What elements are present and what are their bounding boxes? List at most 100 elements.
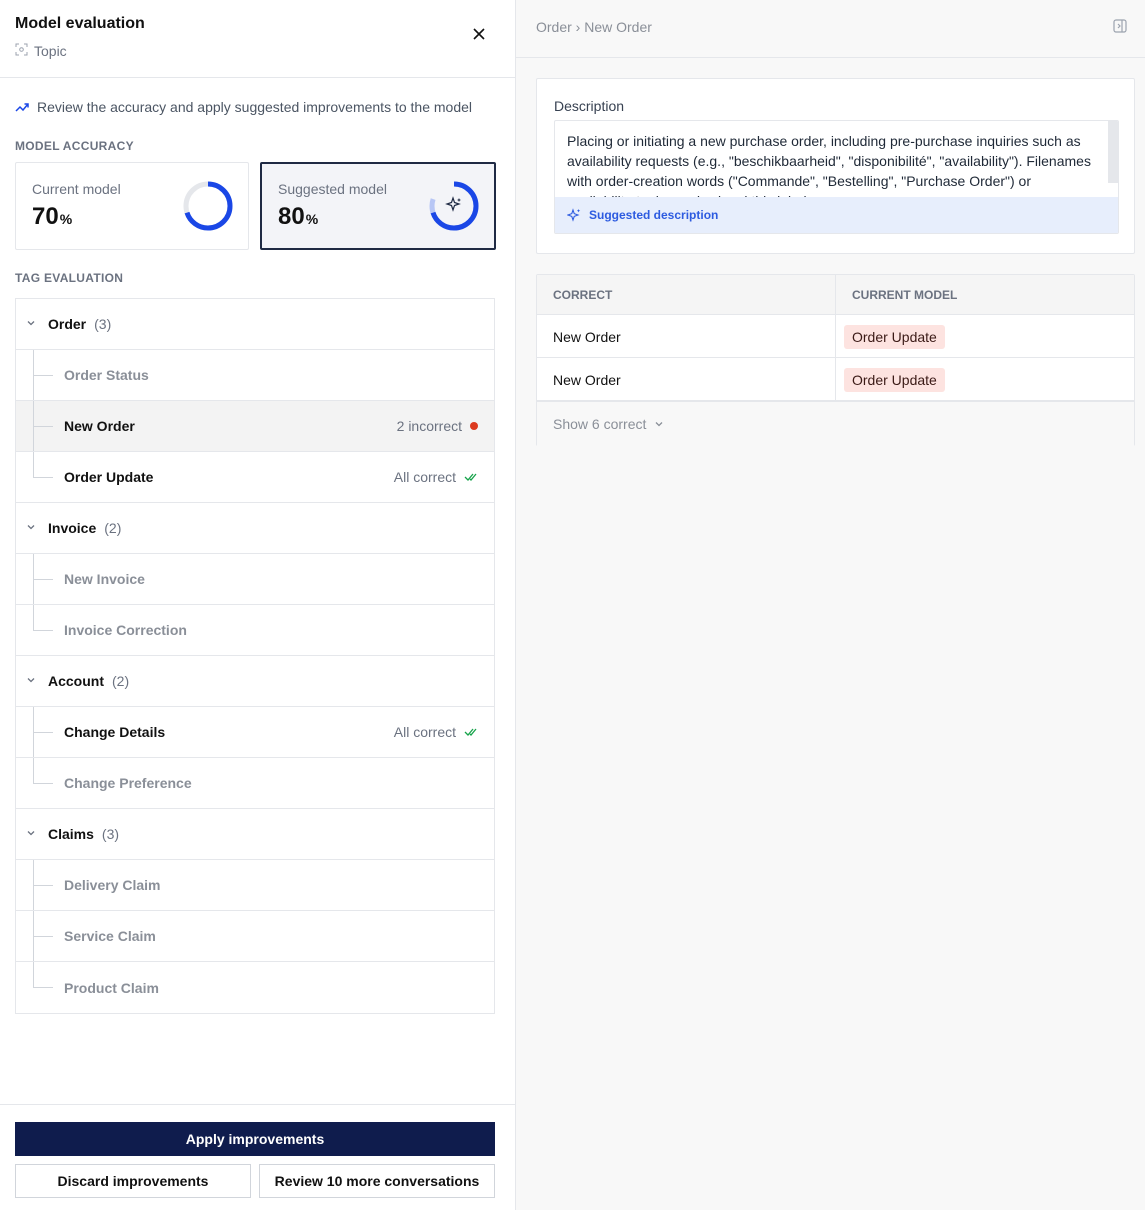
tree-connector xyxy=(33,783,53,784)
description-section: Description Placing or initiating a new … xyxy=(536,78,1135,254)
double-check-icon xyxy=(464,728,477,736)
group-count: (3) xyxy=(94,316,112,332)
tree-connector xyxy=(33,962,34,988)
model-accuracy-label: MODEL ACCURACY xyxy=(15,139,134,153)
current-model-card: Current model 70% xyxy=(15,162,249,250)
panel-subtitle: Topic xyxy=(15,43,67,59)
status-text: All correct xyxy=(393,724,456,740)
panel-toggle-button[interactable] xyxy=(1113,19,1127,38)
tag-item-new-invoice[interactable]: New Invoice xyxy=(16,554,494,605)
tag-group-claims[interactable]: Claims (3) xyxy=(16,809,494,860)
description-label: Description xyxy=(554,98,625,114)
chevron-down-icon xyxy=(27,525,35,530)
tag-name: Order Status xyxy=(64,367,149,383)
sparkle-icon xyxy=(567,208,581,222)
tag-name: Service Claim xyxy=(64,928,156,944)
tag-name: New Order xyxy=(64,418,135,434)
tree-connector xyxy=(33,375,53,376)
tree-connector xyxy=(33,426,53,427)
tag-status: All correct xyxy=(394,707,478,757)
chevron-down-icon xyxy=(655,422,663,427)
correct-cell: New Order xyxy=(537,315,836,358)
apply-improvements-button[interactable]: Apply improvements xyxy=(15,1122,495,1156)
tag-group-account[interactable]: Account (2) xyxy=(16,656,494,707)
tag-item-order-status[interactable]: Order Status xyxy=(16,350,494,401)
breadcrumb: Order › New Order xyxy=(536,19,652,35)
tree-connector xyxy=(33,758,34,784)
prediction-badge: Order Update xyxy=(844,367,945,392)
group-name: Order xyxy=(48,316,87,332)
tag-group-order[interactable]: Order (3) xyxy=(16,299,494,350)
group-count: (2) xyxy=(112,673,130,689)
topic-icon xyxy=(15,43,28,59)
group-name: Account xyxy=(48,673,104,689)
tag-name: Order Update xyxy=(64,469,154,485)
panel-title: Model evaluation xyxy=(15,15,145,32)
double-check-icon xyxy=(464,473,477,481)
description-scrollbar[interactable] xyxy=(1108,121,1118,183)
current-accuracy-donut xyxy=(183,181,233,231)
suggested-description-label: Suggested description xyxy=(589,208,719,222)
tree-connector xyxy=(33,605,34,631)
tag-item-new-order[interactable]: New Order 2 incorrect xyxy=(16,401,494,452)
sidebar-collapse-icon xyxy=(1113,19,1127,33)
close-icon xyxy=(473,28,485,40)
suggested-model-label: Suggested model xyxy=(278,181,387,197)
description-field[interactable]: Placing or initiating a new purchase ord… xyxy=(554,120,1119,234)
column-header-current-model: CURRENT MODEL xyxy=(852,288,958,302)
hint-text: Review the accuracy and apply suggested … xyxy=(37,99,473,115)
tag-name: Delivery Claim xyxy=(64,877,161,893)
tag-item-invoice-correction[interactable]: Invoice Correction xyxy=(16,605,494,656)
review-hint: Review the accuracy and apply suggested … xyxy=(15,99,472,115)
suggested-accuracy-donut xyxy=(429,181,479,231)
review-more-button[interactable]: Review 10 more conversations xyxy=(259,1164,495,1198)
group-count: (2) xyxy=(104,520,122,536)
tag-name: Change Preference xyxy=(64,775,192,791)
correct-cell: New Order xyxy=(537,358,836,401)
tree-connector xyxy=(33,477,53,478)
action-footer: Apply improvements Discard improvements … xyxy=(0,1104,515,1210)
tree-connector xyxy=(33,630,53,631)
tag-evaluation-label: TAG EVALUATION xyxy=(15,271,124,285)
show-correct-toggle[interactable]: Show 6 correct xyxy=(537,401,1134,446)
detail-header: Order › New Order xyxy=(516,0,1145,58)
evaluation-panel: Model evaluation Topic Review the accura… xyxy=(0,0,516,1210)
error-dot-icon xyxy=(470,422,478,430)
status-text: 2 incorrect xyxy=(396,418,462,434)
description-text: Placing or initiating a new purchase ord… xyxy=(567,133,1091,197)
group-name: Claims xyxy=(48,826,94,842)
tag-name: Product Claim xyxy=(64,979,159,996)
tree-connector xyxy=(33,936,53,937)
tag-item-change-preference[interactable]: Change Preference xyxy=(16,758,494,809)
table-header: CORRECT CURRENT MODEL xyxy=(537,275,1134,315)
tag-item-service-claim[interactable]: Service Claim xyxy=(16,911,494,962)
suggested-model-value: 80% xyxy=(278,203,319,230)
tag-name: Invoice Correction xyxy=(64,622,187,638)
tree-connector xyxy=(33,732,53,733)
tag-item-order-update[interactable]: Order Update All correct xyxy=(16,452,494,503)
suggested-model-card[interactable]: Suggested model 80% xyxy=(260,162,496,250)
chevron-down-icon xyxy=(27,678,35,683)
table-row[interactable]: New Order Order Update xyxy=(537,315,1134,358)
close-button[interactable] xyxy=(466,21,492,47)
tree-connector xyxy=(33,579,53,580)
chevron-down-icon xyxy=(27,831,35,836)
tag-item-change-details[interactable]: Change Details All correct xyxy=(16,707,494,758)
chevron-down-icon xyxy=(27,321,35,326)
tree-connector xyxy=(33,452,34,478)
tag-item-product-claim[interactable]: Product Claim xyxy=(16,962,494,1013)
discard-improvements-button[interactable]: Discard improvements xyxy=(15,1164,251,1198)
suggested-description-button[interactable]: Suggested description xyxy=(555,197,1118,233)
tag-name: Change Details xyxy=(64,724,166,740)
current-model-cell: Order Update xyxy=(836,358,945,401)
tag-group-invoice[interactable]: Invoice (2) xyxy=(16,503,494,554)
panel-header: Model evaluation Topic xyxy=(0,0,515,78)
tag-tree: Order (3) Order Status New Order 2 incor… xyxy=(15,298,495,1014)
column-header-correct: CORRECT xyxy=(537,275,836,315)
table-row[interactable]: New Order Order Update xyxy=(537,358,1134,401)
tag-item-delivery-claim[interactable]: Delivery Claim xyxy=(16,860,494,911)
trend-up-icon xyxy=(15,103,29,112)
tree-connector xyxy=(33,987,53,988)
tag-name: New Invoice xyxy=(64,571,145,587)
current-model-label: Current model xyxy=(32,181,121,197)
